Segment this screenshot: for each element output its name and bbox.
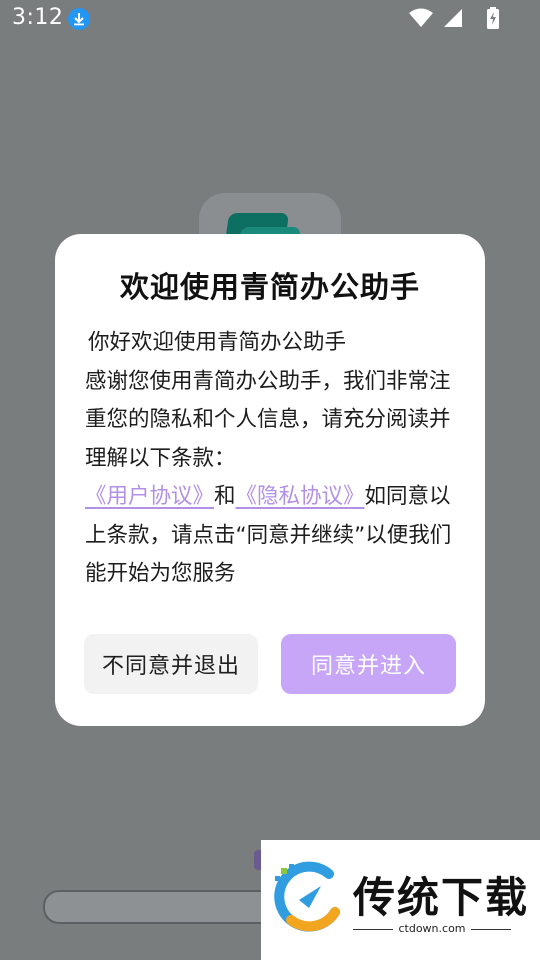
status-bar: 3:12	[0, 0, 540, 38]
dialog-title: 欢迎使用青简办公助手	[119, 270, 420, 304]
user-agreement-link[interactable]: 《用户协议》	[85, 484, 214, 509]
status-time: 3:12	[12, 5, 64, 30]
dialog-body: 你好欢迎使用青简办公助手 感谢您使用青简办公助手，我们非常注重您的隐私和个人信息…	[85, 324, 465, 594]
ctdown-logo-icon	[274, 861, 340, 932]
decline-exit-button[interactable]: 不同意并退出	[84, 634, 258, 694]
conjunction-text: 和	[214, 484, 236, 509]
download-icon	[68, 8, 90, 30]
dialog-intro: 感谢您使用青简办公助手，我们非常注重您的隐私和个人信息，请充分阅读并理解以下条款…	[85, 368, 451, 471]
watermark-divider-right	[471, 929, 511, 930]
signal-icon	[444, 9, 462, 27]
dialog-greeting: 你好欢迎使用青简办公助手	[88, 330, 347, 355]
privacy-policy-link[interactable]: 《隐私协议》	[236, 484, 365, 509]
dialog-message: 感谢您使用青简办公助手，我们非常注重您的隐私和个人信息，请充分阅读并理解以下条款…	[85, 363, 465, 594]
privacy-dialog: 欢迎使用青简办公助手 你好欢迎使用青简办公助手 感谢您使用青简办公助手，我们非常…	[55, 234, 485, 726]
watermark-url: ctdown.com	[398, 922, 466, 935]
agree-enter-button[interactable]: 同意并进入	[281, 634, 456, 694]
battery-charging-icon	[487, 7, 499, 29]
watermark-title: 传统下载	[353, 873, 530, 922]
site-watermark: 传统下载 ctdown.com	[261, 840, 540, 960]
watermark-divider-left	[353, 929, 393, 930]
wifi-icon	[409, 8, 433, 27]
